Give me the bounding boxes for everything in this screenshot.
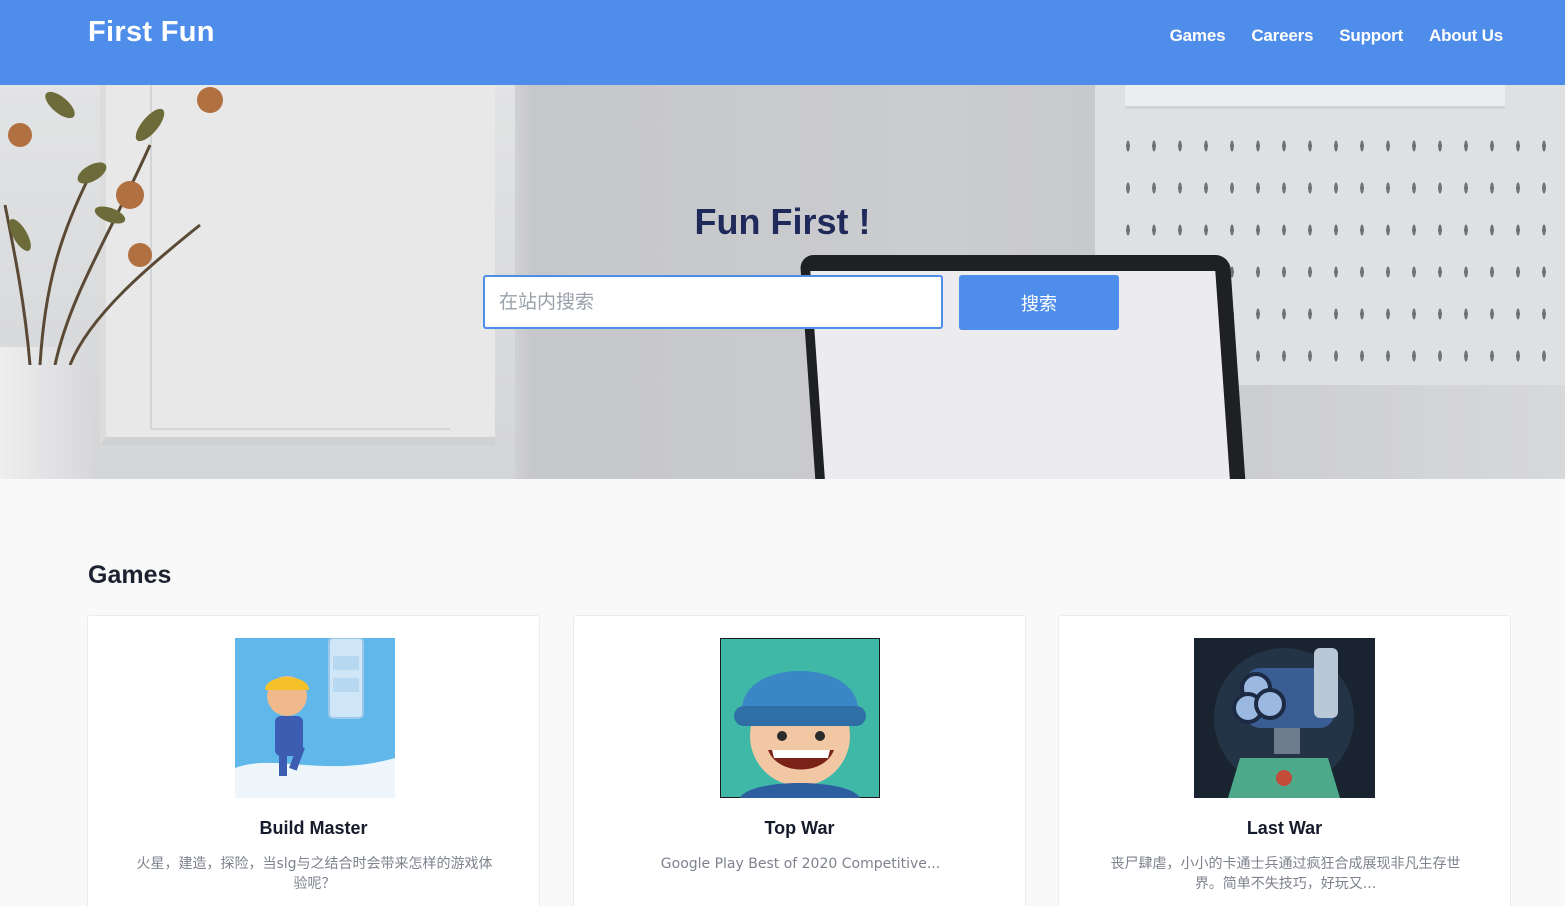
game-description: 火星，建造，探险，当slg与之结合时会带来怎样的游戏体验呢？ (136, 856, 493, 892)
nav-link-about-us[interactable]: About Us (1429, 26, 1503, 46)
game-card-build-master[interactable]: Build Master 火星，建造，探险，当slg与之结合时会带来怎样的游戏体… (87, 615, 540, 906)
game-card-top-war[interactable]: Top War Google Play Best of 2020 Competi… (573, 615, 1026, 906)
nav-link-careers[interactable]: Careers (1251, 26, 1313, 46)
nav-link-games[interactable]: Games (1170, 26, 1226, 46)
last-war-game-icon (1194, 638, 1375, 798)
site-search-input[interactable] (483, 275, 943, 329)
game-description: Google Play Best of 2020 Competitive... (660, 856, 941, 872)
brand-logo-link[interactable]: First Fun (88, 16, 215, 49)
hero-vase-image (0, 347, 92, 479)
hero-title: Fun First ! (694, 201, 871, 242)
hero-shelf (1125, 85, 1505, 109)
game-title-top-war: Top War (764, 818, 835, 838)
nav-link-support[interactable]: Support (1339, 26, 1403, 46)
search-button[interactable]: 搜索 (959, 275, 1119, 330)
game-description: 丧尸肆虐，小小的卡通士兵通过疯狂合成展现非凡生存世界。简单不失技巧，好玩又... (1110, 856, 1461, 892)
top-war-game-icon (720, 638, 880, 798)
hero-banner: Fun First ! 搜索 (0, 85, 1565, 479)
games-section-title: Games (88, 561, 172, 589)
build-master-game-icon (235, 638, 395, 798)
game-title-last-war: Last War (1246, 818, 1323, 838)
main-nav: Games Careers Support About Us (1170, 26, 1504, 46)
game-card-last-war[interactable]: Last War 丧尸肆虐，小小的卡通士兵通过疯狂合成展现非凡生存世界。简单不失… (1058, 615, 1511, 906)
top-navbar: First Fun Games Careers Support About Us (0, 0, 1565, 85)
game-title-build-master: Build Master (259, 818, 368, 838)
